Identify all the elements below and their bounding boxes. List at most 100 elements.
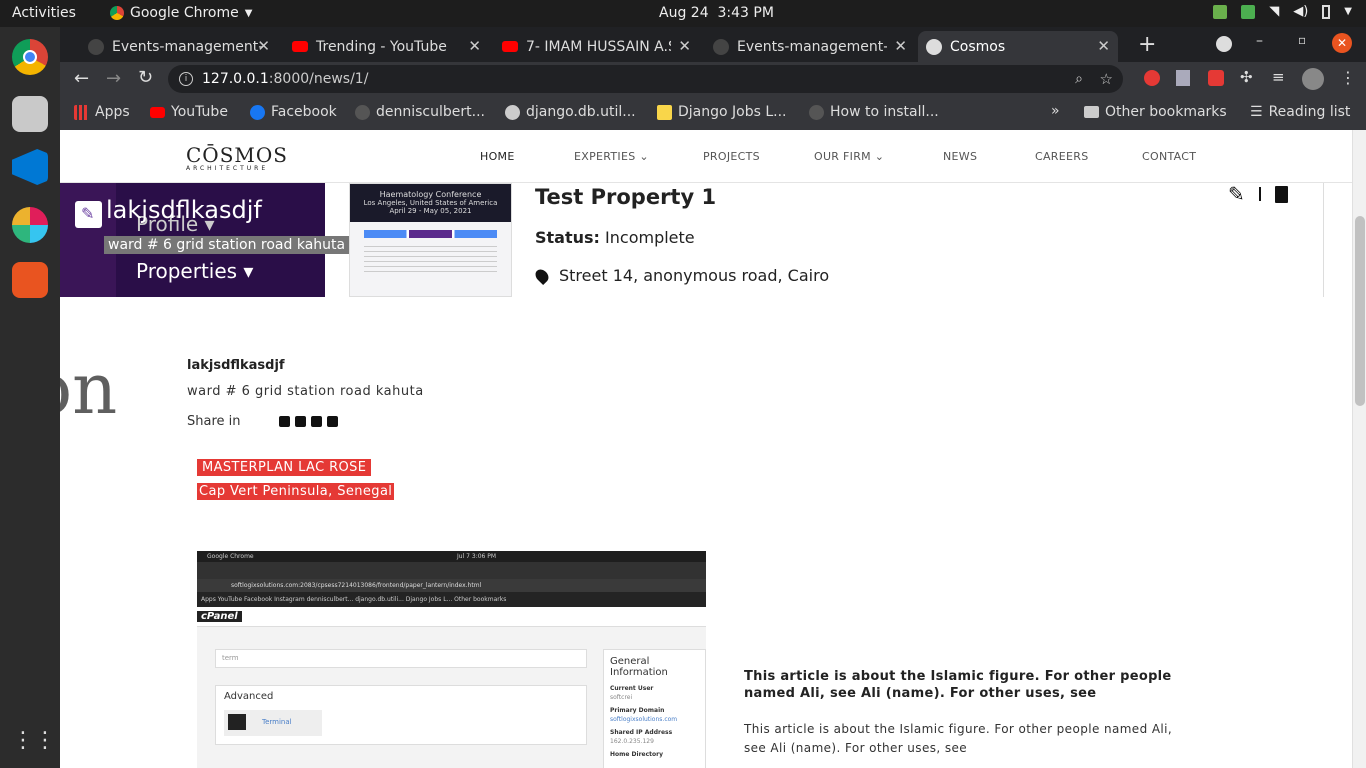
- scrollbar-thumb[interactable]: [1355, 216, 1365, 406]
- facebook-icon[interactable]: [310, 416, 322, 427]
- tab[interactable]: Events-management- ✕: [80, 31, 278, 62]
- extension-video-icon[interactable]: [1208, 70, 1224, 86]
- image-tabs: [364, 230, 497, 238]
- bookmark-github-dennis[interactable]: dennisculbert...: [355, 104, 485, 120]
- info-value: 162.0.235.129: [610, 738, 654, 745]
- bookmark-django-jobs[interactable]: Django Jobs L...: [657, 104, 787, 120]
- tab[interactable]: 7- IMAM HUSSAIN A.S ✕: [494, 31, 699, 62]
- bookmark-apps[interactable]: Apps: [74, 104, 130, 120]
- close-icon[interactable]: ✕: [678, 37, 691, 55]
- media-control-icon[interactable]: ≡: [1272, 68, 1285, 86]
- nav-experties[interactable]: EXPERTIES ⌄: [574, 150, 649, 163]
- desktop: Activities Google Chrome ▼ Aug 24 3:43 P…: [0, 0, 1366, 768]
- system-tray[interactable]: ◥ ◀) ▼: [1213, 4, 1352, 19]
- bookmark-youtube[interactable]: YouTube: [150, 104, 228, 120]
- action-divider: [1258, 187, 1261, 201]
- extensions-puzzle-icon[interactable]: ✣: [1240, 68, 1253, 86]
- terminal-icon: [228, 714, 246, 730]
- image-lines: [364, 246, 497, 276]
- address-bar[interactable]: i 127.0.0.1:8000/news/1/ ⌕ ☆: [168, 65, 1123, 93]
- show-apps-icon[interactable]: ⋮⋮⋮: [12, 723, 78, 759]
- nav-news[interactable]: NEWS: [943, 150, 977, 163]
- extension-shield-icon[interactable]: [1176, 70, 1190, 86]
- menu-kebab-icon[interactable]: ⋮: [1340, 68, 1356, 87]
- chevron-down-icon: ⌄: [639, 150, 649, 163]
- twitter-icon[interactable]: [294, 416, 306, 427]
- nav-home[interactable]: HOME: [480, 150, 515, 163]
- property-image[interactable]: Haematology Conference Los Angeles, Unit…: [349, 183, 512, 297]
- close-icon[interactable]: ✕: [468, 37, 481, 55]
- new-tab-button[interactable]: +: [1138, 32, 1156, 57]
- clock[interactable]: Aug 24 3:43 PM: [659, 5, 774, 21]
- forward-button[interactable]: →: [106, 68, 121, 89]
- bookmark-facebook[interactable]: Facebook: [250, 104, 337, 120]
- globe-icon: [926, 38, 942, 55]
- zoom-icon[interactable]: ⌕: [1075, 65, 1083, 93]
- bookmark-how-to-install[interactable]: How to install...: [809, 104, 939, 120]
- battery-icon[interactable]: [1322, 4, 1331, 19]
- reading-list-button[interactable]: ☰ Reading list: [1250, 104, 1350, 120]
- chrome-dock-icon[interactable]: [12, 39, 48, 75]
- status-value: Incomplete: [605, 228, 695, 247]
- dock: ⋮⋮⋮: [0, 27, 78, 768]
- back-button[interactable]: ←: [74, 68, 89, 89]
- volume-icon[interactable]: ◀): [1293, 4, 1308, 19]
- cpanel-logo: cPanel: [197, 611, 242, 622]
- tab[interactable]: Trending - YouTube ✕: [284, 31, 489, 62]
- activities-button[interactable]: Activities: [12, 5, 76, 21]
- site-logo[interactable]: CŌSMOS ARCHITECTURE: [186, 143, 288, 172]
- info-label: Current User: [610, 685, 654, 692]
- property-title[interactable]: Test Property 1: [535, 185, 716, 209]
- close-icon[interactable]: ✕: [257, 37, 270, 55]
- map-pin-icon: [532, 266, 552, 285]
- info-label: Shared IP Address: [610, 729, 673, 736]
- vscode-dock-icon[interactable]: [12, 149, 48, 185]
- tab-title: Events-management-: [737, 38, 887, 55]
- user-address: ward # 6 grid station road kahuta: [104, 236, 350, 254]
- nav-our-firm[interactable]: OUR FIRM ⌄: [814, 150, 884, 163]
- instagram-icon[interactable]: [326, 416, 338, 427]
- avatar[interactable]: [1302, 68, 1324, 90]
- linkedin-icon[interactable]: [278, 416, 290, 427]
- edit-pencil-chip[interactable]: ✎: [75, 201, 102, 228]
- nav-careers[interactable]: CAREERS: [1035, 150, 1088, 163]
- close-icon[interactable]: ✕: [894, 37, 907, 55]
- minimize-button[interactable]: –: [1256, 33, 1263, 49]
- software-center-dock-icon[interactable]: [12, 262, 48, 298]
- app-name: Google Chrome: [130, 5, 239, 21]
- close-window-button[interactable]: ✕: [1332, 33, 1352, 53]
- bookmarks-overflow-button[interactable]: »: [1051, 103, 1060, 119]
- share-label: Share in: [187, 414, 241, 429]
- tab[interactable]: Events-management- ✕: [705, 31, 915, 62]
- github-icon: [713, 38, 729, 55]
- other-bookmarks-folder[interactable]: Other bookmarks: [1084, 104, 1227, 120]
- properties-menu-item[interactable]: Properties ▾: [136, 259, 253, 283]
- tab-search-icon[interactable]: [1216, 36, 1232, 52]
- app-menu[interactable]: Google Chrome ▼: [110, 5, 252, 21]
- image-terminal-item: Terminal: [224, 710, 322, 736]
- wifi-icon[interactable]: ◥: [1269, 4, 1279, 19]
- shield-tray-icon[interactable]: [1241, 4, 1256, 19]
- slack-dock-icon[interactable]: [12, 207, 48, 243]
- files-dock-icon[interactable]: [12, 96, 48, 132]
- trash-icon[interactable]: [1274, 185, 1288, 203]
- extension-red-icon[interactable]: [1144, 70, 1160, 86]
- pencil-icon: ✎: [81, 204, 95, 223]
- nav-contact[interactable]: CONTACT: [1142, 150, 1196, 163]
- reload-button[interactable]: ↻: [138, 67, 153, 88]
- tab-active[interactable]: Cosmos ✕: [918, 31, 1118, 62]
- info-value: softcrei: [610, 694, 633, 701]
- project-location-highlight: Cap Vert Peninsula, Senegal: [197, 483, 395, 500]
- image-general-info: General Information Current User softcre…: [603, 649, 706, 768]
- slack-tray-icon[interactable]: [1213, 4, 1228, 19]
- nav-projects[interactable]: PROJECTS: [703, 150, 760, 163]
- chevron-down-icon[interactable]: ▼: [1344, 6, 1352, 17]
- maximize-button[interactable]: ▫: [1298, 33, 1306, 47]
- star-icon[interactable]: ☆: [1100, 65, 1113, 93]
- edit-icon[interactable]: ✎: [1228, 182, 1245, 206]
- close-icon[interactable]: ✕: [1097, 37, 1110, 55]
- page-scrollbar[interactable]: [1352, 130, 1366, 768]
- chrome-icon: [110, 6, 124, 20]
- github-icon: [809, 104, 824, 120]
- bookmark-django-db[interactable]: django.db.util...: [505, 104, 636, 120]
